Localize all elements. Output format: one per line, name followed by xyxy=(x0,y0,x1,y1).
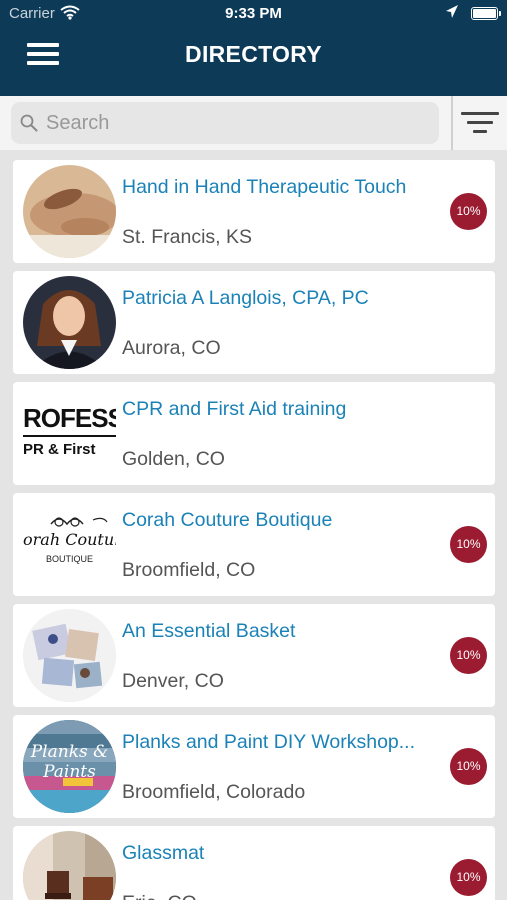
search-box[interactable] xyxy=(11,102,439,144)
search-icon xyxy=(20,114,38,137)
divider xyxy=(451,96,453,150)
status-time: 9:33 PM xyxy=(225,5,282,22)
listing-image xyxy=(23,831,116,900)
listing-card[interactable]: Hand in Hand Therapeutic Touch St. Franc… xyxy=(13,160,495,263)
discount-badge: 10% xyxy=(450,526,487,563)
listing-card[interactable]: Planks & Paints Planks and Paint DIY Wor… xyxy=(13,715,495,818)
logo-subtext: BOUTIQUE xyxy=(45,554,93,564)
app-header: Carrier 9:33 PM DIRECTORY xyxy=(0,0,507,96)
listing-location: St. Francis, KS xyxy=(122,226,253,248)
listing-name[interactable]: An Essential Basket xyxy=(122,620,442,643)
listing-name[interactable]: Planks and Paint DIY Workshop... xyxy=(122,731,442,754)
discount-badge: 10% xyxy=(450,748,487,785)
location-arrow-icon xyxy=(445,4,459,24)
battery-icon xyxy=(471,7,501,20)
page-title: DIRECTORY xyxy=(185,41,322,67)
logo-text: Planks & xyxy=(30,742,109,762)
status-bar: Carrier 9:33 PM xyxy=(0,0,507,28)
listing-location: Broomfield, Colorado xyxy=(122,781,306,803)
discount-badge: 10% xyxy=(450,193,487,230)
listing-image xyxy=(23,165,116,258)
listing-name[interactable]: Corah Couture Boutique xyxy=(122,509,442,532)
search-input[interactable] xyxy=(46,102,431,144)
listing-image: Planks & Paints xyxy=(23,720,116,813)
listing-card[interactable]: orah Couture BOUTIQUE Corah Couture Bout… xyxy=(13,493,495,596)
listing-location: Erie, CO xyxy=(122,892,197,900)
listing-name[interactable]: Hand in Hand Therapeutic Touch xyxy=(122,176,442,199)
listing-location: Broomfield, CO xyxy=(122,559,256,581)
listing-location: Aurora, CO xyxy=(122,337,221,359)
listing-name[interactable]: CPR and First Aid training xyxy=(122,398,442,421)
logo-subtext: Paints xyxy=(43,762,96,782)
listing-name[interactable]: Glassmat xyxy=(122,842,442,865)
listing-image xyxy=(23,276,116,369)
listing-image: ROFESS PR & First xyxy=(23,387,116,480)
listing-card[interactable]: An Essential Basket Denver, CO 10% xyxy=(13,604,495,707)
listing-name[interactable]: Patricia A Langlois, CPA, PC xyxy=(122,287,442,310)
filter-icon[interactable] xyxy=(459,109,501,137)
discount-badge: 10% xyxy=(450,859,487,896)
logo-subtext: PR & First xyxy=(23,441,96,458)
listing-location: Denver, CO xyxy=(122,670,224,692)
listing-card[interactable]: Glassmat Erie, CO 10% xyxy=(13,826,495,900)
listing-location: Golden, CO xyxy=(122,448,225,470)
listing-card[interactable]: Patricia A Langlois, CPA, PC Aurora, CO xyxy=(13,271,495,374)
listing-card[interactable]: ROFESS PR & First CPR and First Aid trai… xyxy=(13,382,495,485)
logo-text: orah Couture xyxy=(23,530,116,549)
logo-text: ROFESS xyxy=(23,403,116,433)
discount-badge: 10% xyxy=(450,637,487,674)
search-bar xyxy=(0,96,507,150)
listing-image xyxy=(23,609,116,702)
directory-list: Hand in Hand Therapeutic Touch St. Franc… xyxy=(0,150,507,900)
listing-image: orah Couture BOUTIQUE xyxy=(23,498,116,591)
